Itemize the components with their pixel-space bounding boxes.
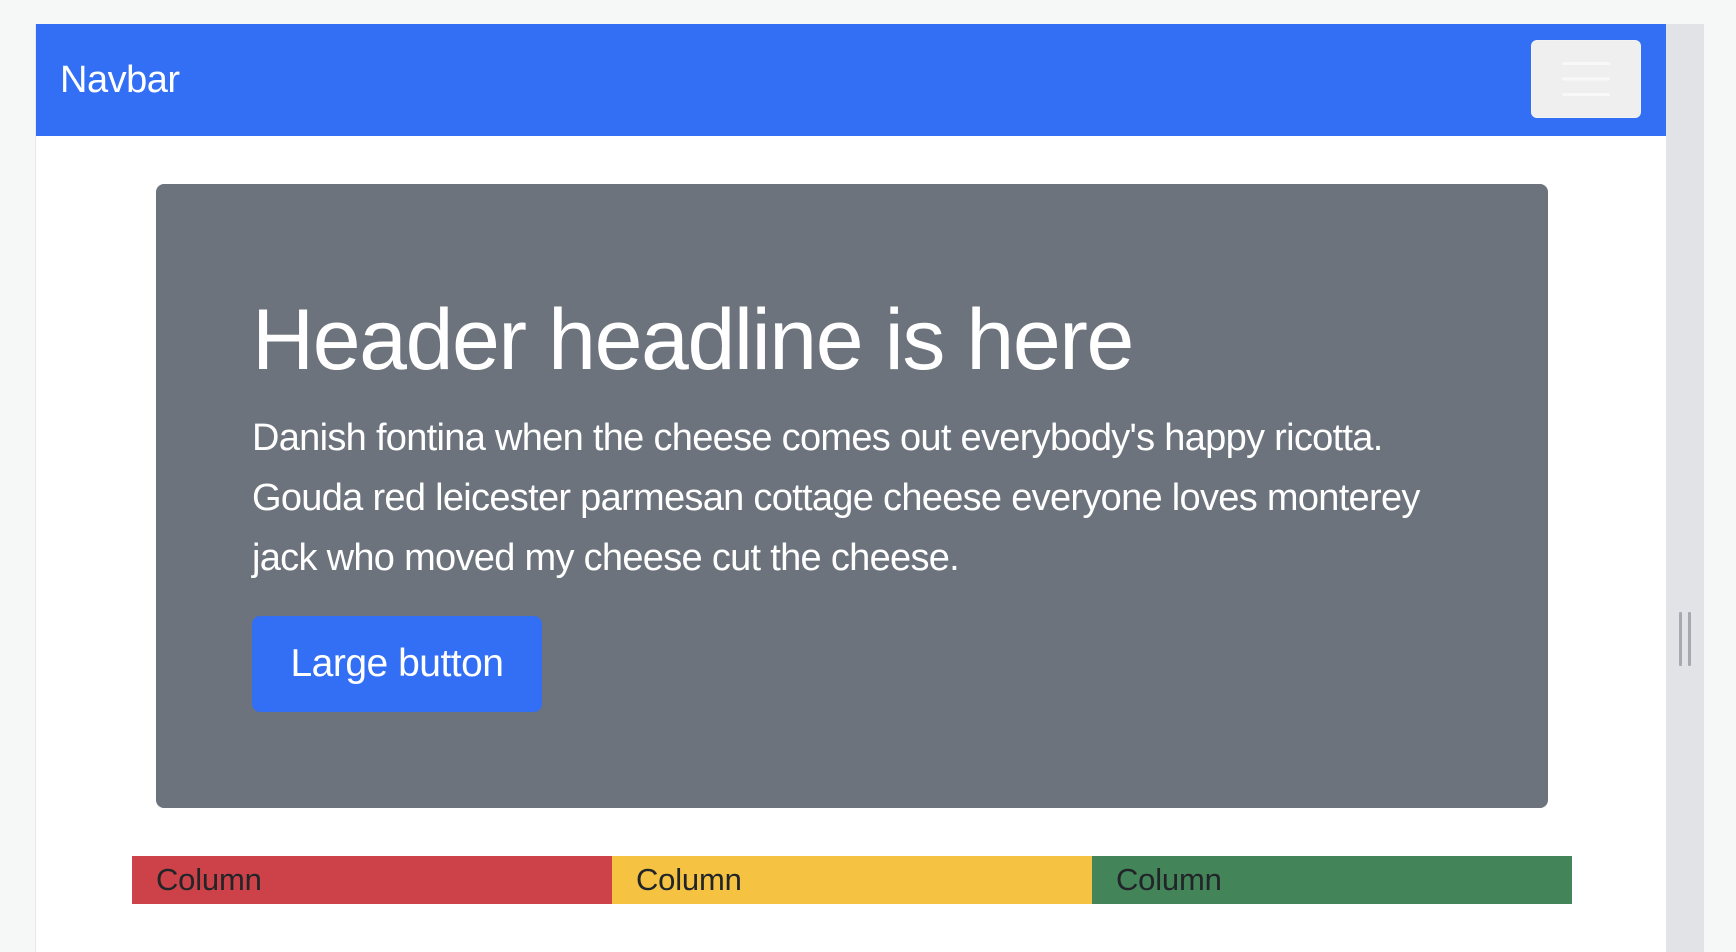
navbar-toggle-button[interactable]: [1531, 40, 1641, 118]
resize-handle-icon[interactable]: [1679, 612, 1691, 666]
column-yellow: Column: [612, 856, 1092, 904]
hero-description: Danish fontina when the cheese comes out…: [252, 417, 1420, 579]
vertical-scrollbar[interactable]: [1666, 24, 1704, 952]
navbar-brand[interactable]: Navbar: [60, 56, 180, 104]
hero-headline: Header headline is here: [252, 292, 1134, 388]
column-row: Column Column Column: [132, 856, 1572, 904]
column-green: Column: [1092, 856, 1572, 904]
resize-handle-bar: [1688, 612, 1691, 666]
column-red: Column: [132, 856, 612, 904]
browser-viewport: Navbar Header headline is here Danish fo…: [36, 24, 1666, 952]
large-button[interactable]: Large button: [252, 616, 542, 712]
hero-jumbotron: Header headline is here Danish fontina w…: [156, 184, 1548, 808]
resize-handle-bar: [1679, 612, 1682, 666]
hamburger-menu-icon: [1562, 62, 1610, 96]
navbar: Navbar: [36, 24, 1666, 136]
